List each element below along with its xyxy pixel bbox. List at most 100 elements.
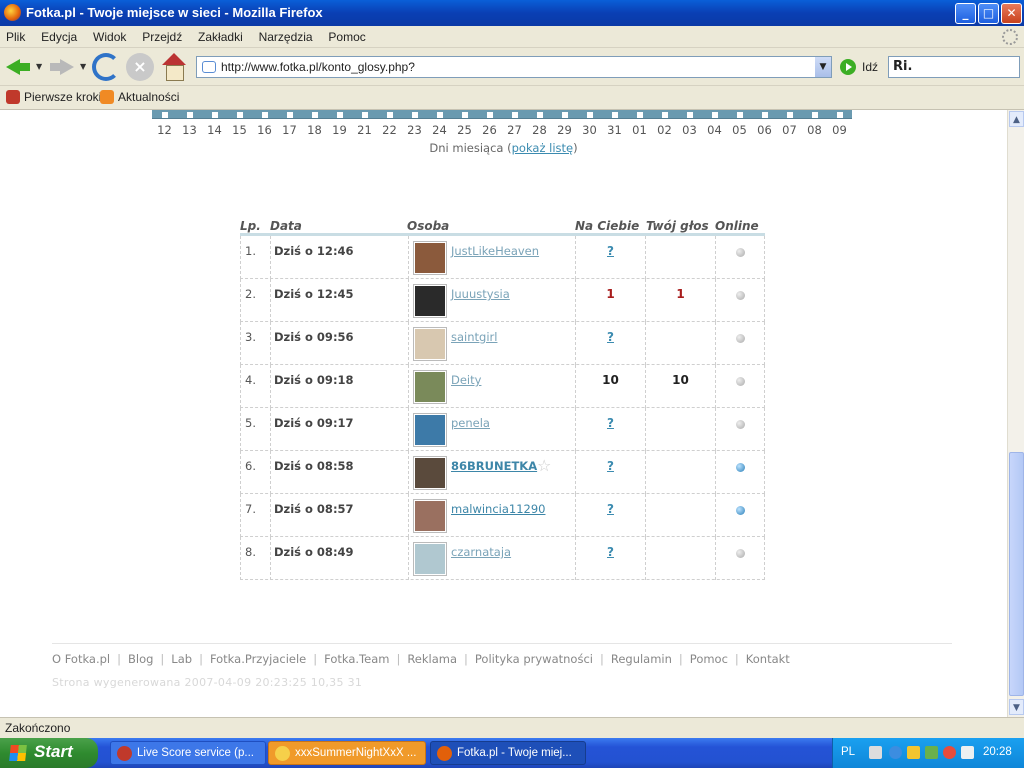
messenger-icon[interactable] [907,746,920,759]
show-list-link[interactable]: pokaż listę [512,141,574,155]
minimize-button[interactable]: _ [955,3,976,24]
avatar[interactable] [413,284,447,318]
url-dropdown-icon[interactable]: ▼ [815,57,831,77]
day-label[interactable]: 30 [578,123,602,137]
day-label[interactable]: 07 [778,123,802,137]
menu-widok[interactable]: Widok [87,26,132,44]
day-label[interactable]: 04 [703,123,727,137]
antivirus-icon[interactable] [943,746,956,759]
security-icon[interactable] [925,746,938,759]
forward-dropdown-icon[interactable]: ▼ [80,62,86,71]
maximize-button[interactable]: □ [978,3,999,24]
footer-link[interactable]: Lab [171,652,192,666]
network-icon[interactable] [889,746,902,759]
task-firefox[interactable]: Fotka.pl - Twoje miej... [430,741,586,765]
scroll-thumb[interactable] [1009,452,1024,696]
profile-link[interactable]: saintgirl [451,330,497,344]
day-label[interactable]: 25 [453,123,477,137]
avatar[interactable] [413,370,447,404]
vote-for-you[interactable]: ? [607,502,614,516]
menu-narzedzia[interactable]: Narzędzia [253,26,319,44]
footer-link[interactable]: Fotka.Team [324,652,389,666]
close-button[interactable]: ✕ [1001,3,1022,24]
reload-icon[interactable] [92,53,120,81]
footer-link[interactable]: Blog [128,652,153,666]
profile-link[interactable]: JustLikeHeaven [451,244,539,258]
menu-plik[interactable]: Plik [0,26,31,44]
footer-link[interactable]: Kontakt [746,652,790,666]
volume-icon[interactable] [961,746,974,759]
url-text[interactable]: http://www.fotka.pl/konto_glosy.php? [221,60,415,74]
day-label[interactable]: 22 [378,123,402,137]
day-label[interactable]: 13 [178,123,202,137]
vote-for-you[interactable]: ? [607,330,614,344]
avatar[interactable] [413,413,447,447]
stop-icon[interactable]: × [126,53,154,81]
language-indicator[interactable]: PL [841,746,855,758]
vote-for-you[interactable]: ? [607,244,614,258]
day-label[interactable]: 24 [428,123,452,137]
avatar[interactable] [413,327,447,361]
vote-for-you[interactable]: ? [607,416,614,430]
day-label[interactable]: 29 [553,123,577,137]
avatar[interactable] [413,241,447,275]
profile-link[interactable]: Juuustysia [451,287,510,301]
keyboard-icon[interactable] [869,746,882,759]
day-label[interactable]: 31 [603,123,627,137]
avatar[interactable] [413,542,447,576]
forward-arrow-icon[interactable] [48,53,76,81]
back-dropdown-icon[interactable]: ▼ [36,62,42,71]
day-label[interactable]: 09 [828,123,852,137]
profile-link[interactable]: czarnataja [451,545,511,559]
footer-link[interactable]: Fotka.Przyjaciele [210,652,306,666]
start-button[interactable]: Start [0,738,98,768]
day-label[interactable]: 18 [303,123,327,137]
bookmark-pierwsze-kroki[interactable]: Pierwsze kroki [6,90,101,104]
back-arrow-icon[interactable] [4,53,32,81]
profile-link[interactable]: Deity [451,373,481,387]
search-engine-icon[interactable]: Ri. [893,59,912,74]
day-label[interactable]: 12 [153,123,177,137]
bookmark-aktualnosci[interactable]: Aktualności [100,90,179,104]
go-button[interactable]: Idź [840,58,890,76]
vertical-scrollbar[interactable]: ▲ ▼ [1007,110,1024,717]
day-label[interactable]: 05 [728,123,752,137]
menu-przejdz[interactable]: Przejdź [136,26,188,44]
day-label[interactable]: 03 [678,123,702,137]
day-label[interactable]: 06 [753,123,777,137]
day-label[interactable]: 28 [528,123,552,137]
footer-link[interactable]: Regulamin [611,652,672,666]
profile-link[interactable]: malwincia11290 [451,502,545,516]
day-label[interactable]: 08 [803,123,827,137]
footer-link[interactable]: Pomoc [690,652,728,666]
day-label[interactable]: 16 [253,123,277,137]
footer-link[interactable]: Reklama [407,652,457,666]
day-label[interactable]: 14 [203,123,227,137]
profile-link[interactable]: 86BRUNETKA [451,459,537,473]
vote-for-you[interactable]: ? [607,545,614,559]
avatar[interactable] [413,456,447,490]
day-label[interactable]: 17 [278,123,302,137]
task-summer-night[interactable]: xxxSummerNightXxX ... [268,741,426,765]
day-label[interactable]: 19 [328,123,352,137]
day-label[interactable]: 01 [628,123,652,137]
day-label[interactable]: 23 [403,123,427,137]
vote-for-you[interactable]: ? [607,459,614,473]
profile-link[interactable]: penela [451,416,490,430]
avatar[interactable] [413,499,447,533]
day-label[interactable]: 26 [478,123,502,137]
menu-pomoc[interactable]: Pomoc [322,26,371,44]
url-bar[interactable]: http://www.fotka.pl/konto_glosy.php? ▼ [196,56,832,78]
menu-zakladki[interactable]: Zakładki [192,26,249,44]
day-label[interactable]: 21 [353,123,377,137]
day-label[interactable]: 02 [653,123,677,137]
menu-edycja[interactable]: Edycja [35,26,83,44]
footer-link[interactable]: Polityka prywatności [475,652,593,666]
task-live-score[interactable]: Live Score service (p... [110,741,266,765]
search-box[interactable]: Ri. [888,56,1020,78]
home-icon[interactable] [160,53,188,81]
scroll-down-icon[interactable]: ▼ [1009,699,1024,715]
footer-link[interactable]: O Fotka.pl [52,652,110,666]
day-label[interactable]: 27 [503,123,527,137]
scroll-up-icon[interactable]: ▲ [1009,111,1024,127]
